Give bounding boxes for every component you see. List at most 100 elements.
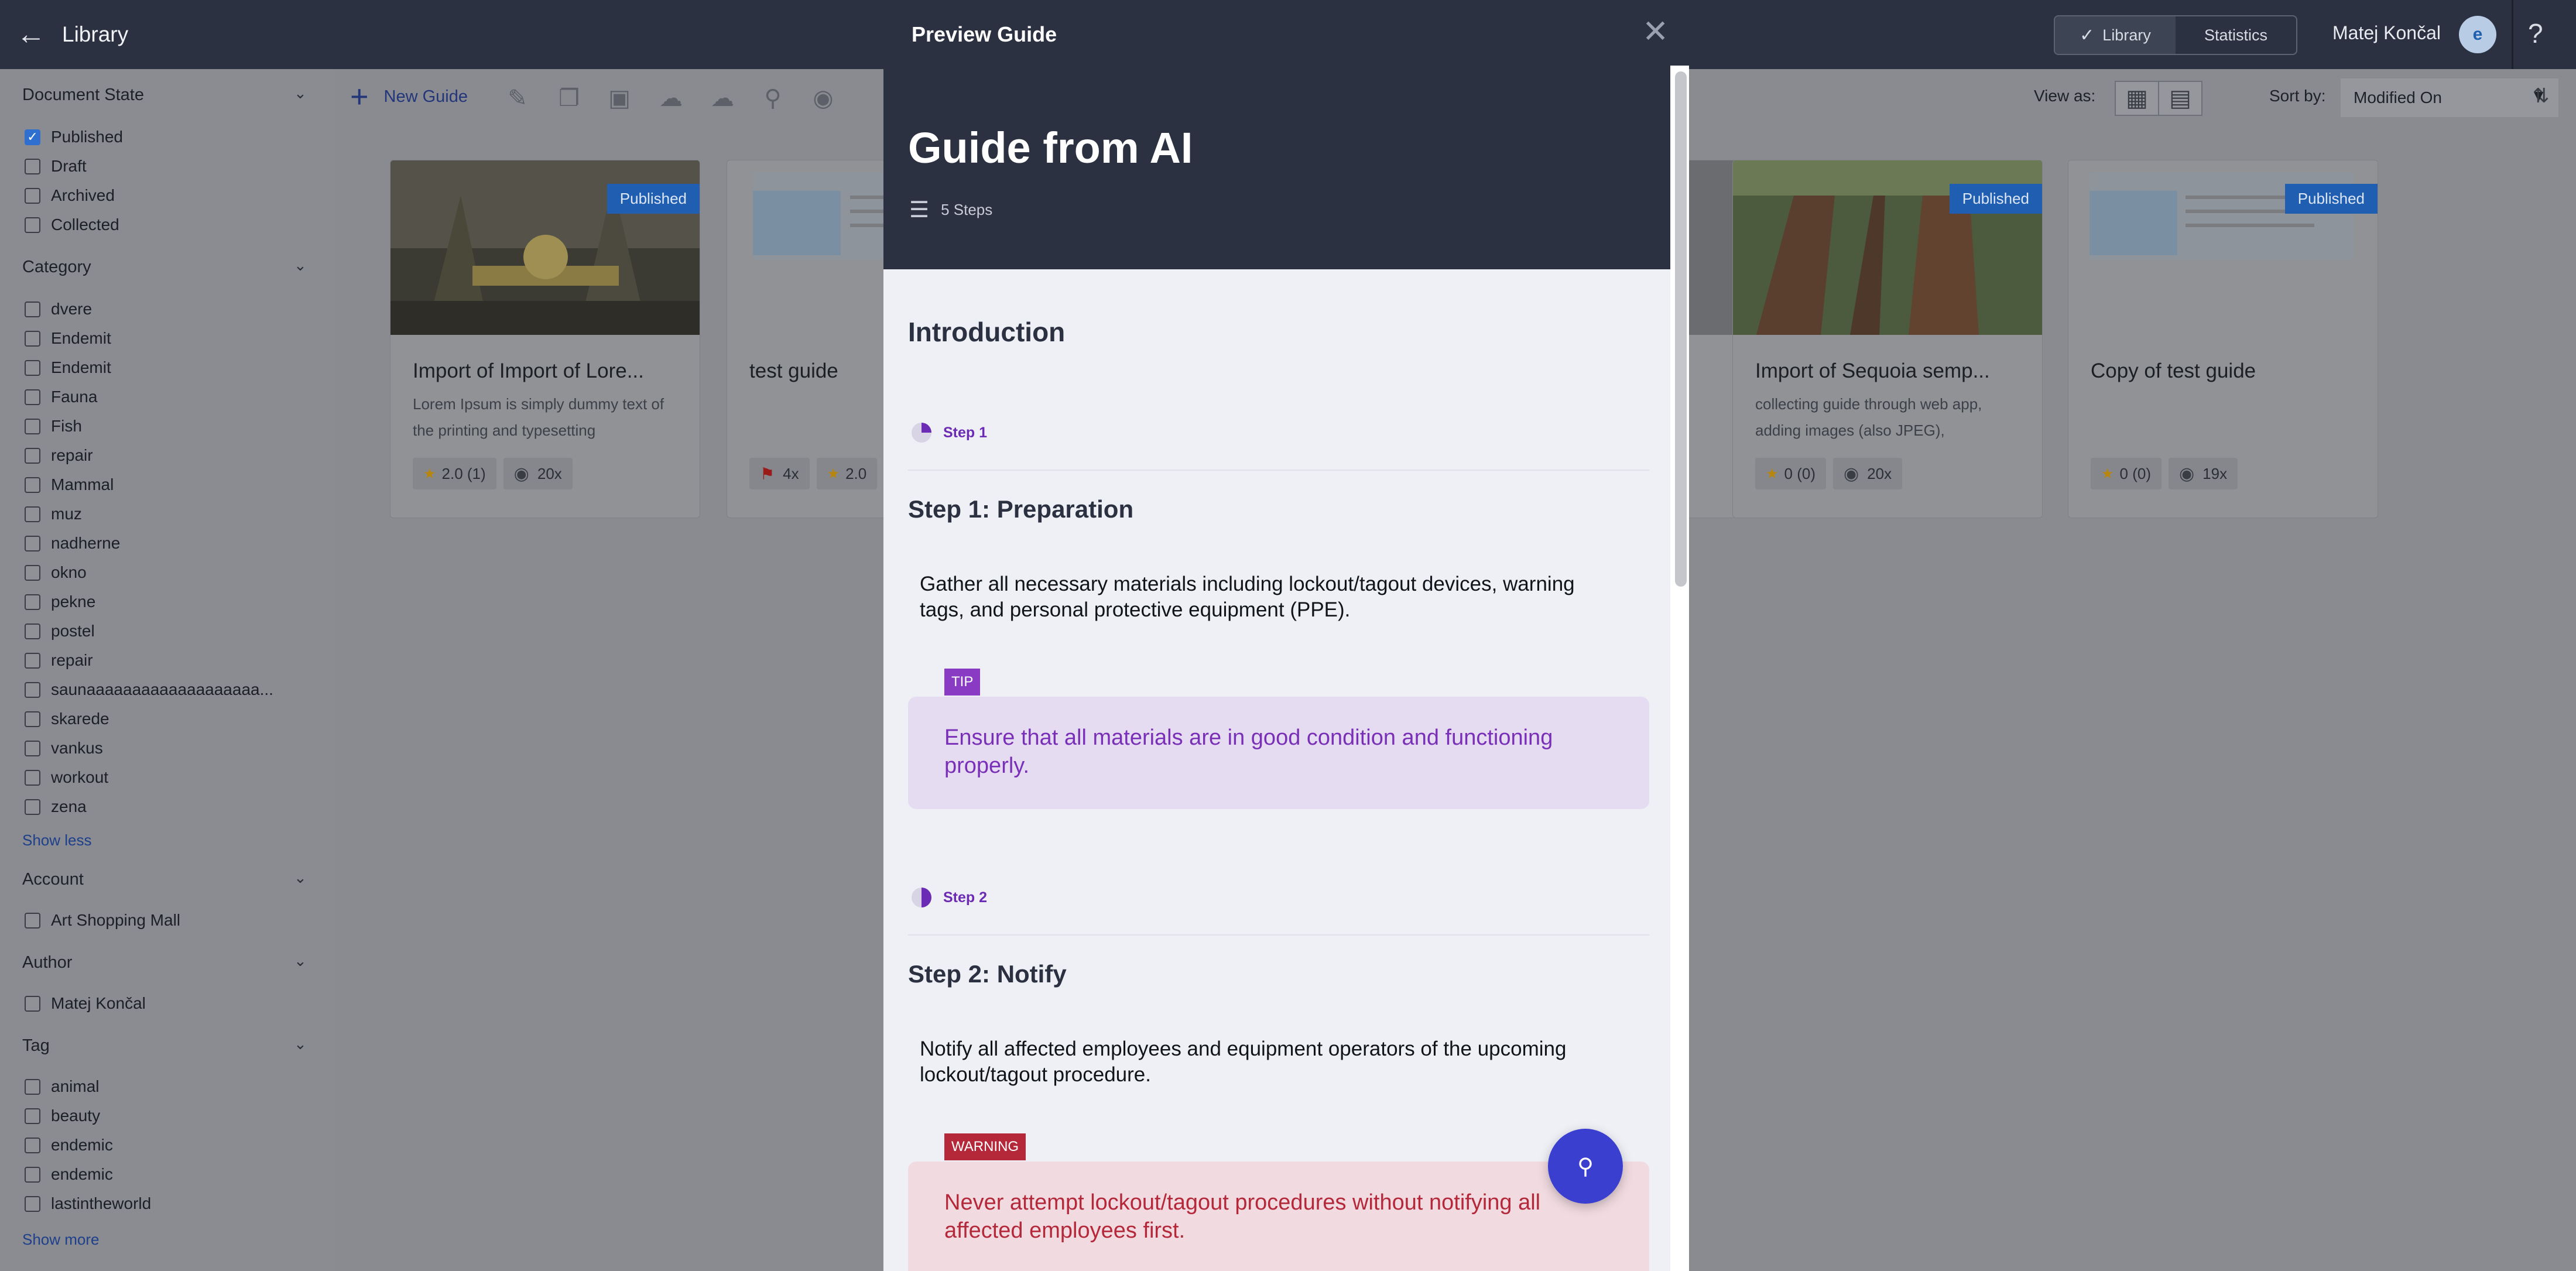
chevron-down-icon[interactable]: ⌄ <box>294 256 307 275</box>
category-item[interactable]: Endemit <box>25 358 111 377</box>
checkbox[interactable] <box>25 912 40 929</box>
checkbox[interactable] <box>25 799 40 815</box>
category-item[interactable]: Endemit <box>25 329 111 348</box>
view-as-label: View as: <box>2034 87 2096 105</box>
checkbox[interactable] <box>25 506 40 522</box>
tab-statistics[interactable]: Statistics <box>2176 16 2296 54</box>
filter-draft[interactable]: Draft <box>25 157 87 176</box>
filter-published[interactable]: ✓ Published <box>25 128 123 146</box>
account-item[interactable]: Art Shopping Mall <box>25 911 180 930</box>
chevron-down-icon[interactable]: ⌄ <box>294 869 307 887</box>
checkbox[interactable] <box>25 447 40 464</box>
checkbox[interactable] <box>25 389 40 405</box>
list-view-icon[interactable]: ▤ <box>2158 81 2202 116</box>
tag-item[interactable]: lastintheworld <box>25 1194 151 1213</box>
category-item[interactable]: Mammal <box>25 475 114 494</box>
list-icon: ☰ <box>909 198 930 222</box>
checkbox[interactable] <box>25 217 40 233</box>
back-arrow-icon[interactable]: ← <box>16 18 49 50</box>
tag-item[interactable]: animal <box>25 1077 99 1096</box>
category-heading[interactable]: Category <box>22 258 91 277</box>
checkbox[interactable] <box>25 1108 40 1124</box>
chevron-down-icon[interactable]: ⌄ <box>294 952 307 970</box>
checkbox[interactable] <box>25 681 40 698</box>
avatar[interactable]: e <box>2459 16 2496 53</box>
category-item[interactable]: Fauna <box>25 388 97 406</box>
checkbox-checked-icon[interactable]: ✓ <box>25 129 40 145</box>
scrollbar-thumb[interactable] <box>1675 71 1687 587</box>
checkbox[interactable] <box>25 711 40 727</box>
category-item[interactable]: nadherne <box>25 534 120 553</box>
checkbox[interactable] <box>25 330 40 347</box>
category-item[interactable]: Fish <box>25 417 82 436</box>
account-heading[interactable]: Account <box>22 870 84 889</box>
checkbox[interactable] <box>25 187 40 204</box>
checkbox[interactable] <box>25 1078 40 1095</box>
tag-item[interactable]: endemic <box>25 1165 113 1184</box>
checkbox[interactable] <box>25 1166 40 1183</box>
category-item[interactable]: repair <box>25 446 93 465</box>
category-item[interactable]: saunaaaaaaaaaaaaaaaaaaa... <box>25 680 273 699</box>
checkbox[interactable] <box>25 594 40 610</box>
show-more-link[interactable]: Show more <box>22 1231 100 1249</box>
category-item[interactable]: zena <box>25 797 87 816</box>
search-fab-button[interactable]: ⚲ <box>1548 1129 1623 1204</box>
checkbox[interactable] <box>25 995 40 1012</box>
checkbox[interactable] <box>25 418 40 434</box>
share-icon[interactable]: ⚲ <box>756 82 789 115</box>
sort-select[interactable]: Modified On ▼ <box>2341 78 2558 117</box>
category-item[interactable]: postel <box>25 622 95 640</box>
checkbox[interactable] <box>25 1137 40 1153</box>
category-item[interactable]: vankus <box>25 739 103 758</box>
chevron-down-icon[interactable]: ⌄ <box>294 84 307 102</box>
author-heading[interactable]: Author <box>22 953 72 972</box>
tag-heading[interactable]: Tag <box>22 1036 50 1056</box>
duplicate-icon[interactable]: ❐ <box>553 82 585 115</box>
category-item[interactable]: okno <box>25 563 87 582</box>
checkbox[interactable] <box>25 535 40 551</box>
cloud-upload-icon[interactable]: ☁ <box>655 82 687 115</box>
checkbox[interactable] <box>25 1195 40 1212</box>
checkbox[interactable] <box>25 301 40 317</box>
category-item[interactable]: dvere <box>25 300 92 318</box>
tag-item[interactable]: endemic <box>25 1136 113 1154</box>
close-icon[interactable]: ✕ <box>1642 13 1669 50</box>
guide-card[interactable]: Published Import of Sequoia semp... coll… <box>1732 160 2043 518</box>
tag-item[interactable]: beauty <box>25 1106 100 1125</box>
checkbox[interactable] <box>25 158 40 174</box>
category-item[interactable]: pekne <box>25 592 95 611</box>
step-tag[interactable]: Step 1 <box>912 423 987 443</box>
category-item[interactable]: muz <box>25 505 82 523</box>
checkbox[interactable] <box>25 652 40 669</box>
checkbox[interactable] <box>25 477 40 493</box>
help-icon[interactable]: ? <box>2528 18 2543 49</box>
checkbox[interactable] <box>25 359 40 376</box>
filter-label: nadherne <box>51 534 121 552</box>
category-item[interactable]: repair <box>25 651 93 670</box>
user-name[interactable]: Matej Končal <box>2332 22 2441 44</box>
step-tag[interactable]: Step 2 <box>912 888 987 907</box>
checkbox[interactable] <box>25 769 40 786</box>
document-state-heading[interactable]: Document State <box>22 85 144 105</box>
edit-icon[interactable]: ✎ <box>501 82 534 115</box>
grid-view-icon[interactable]: ▦ <box>2115 81 2159 116</box>
filter-archived[interactable]: Archived <box>25 186 115 205</box>
checkbox[interactable] <box>25 740 40 756</box>
chevron-down-icon[interactable]: ⌄ <box>294 1035 307 1053</box>
filter-collected[interactable]: Collected <box>25 215 119 234</box>
category-item[interactable]: workout <box>25 768 108 787</box>
guide-card[interactable]: Published Import of Import of Lore... Lo… <box>390 160 700 518</box>
author-item[interactable]: Matej Končal <box>25 994 146 1013</box>
new-guide-button[interactable]: + New Guide <box>350 81 468 112</box>
sort-direction-icon[interactable]: ⇅ <box>2533 84 2550 108</box>
archive-icon[interactable]: ▣ <box>603 82 636 115</box>
cloud-download-icon[interactable]: ☁ <box>706 82 739 115</box>
checkbox[interactable] <box>25 623 40 639</box>
flags-value: 4x <box>783 464 799 482</box>
show-less-link[interactable]: Show less <box>22 831 92 849</box>
category-item[interactable]: skarede <box>25 710 109 728</box>
preview-icon[interactable]: ◉ <box>807 82 840 115</box>
tab-library[interactable]: ✓ Library <box>2055 16 2176 54</box>
guide-card[interactable]: Published Copy of test guide ★ 0 (0) ◉ 19x <box>2068 160 2378 518</box>
checkbox[interactable] <box>25 564 40 581</box>
